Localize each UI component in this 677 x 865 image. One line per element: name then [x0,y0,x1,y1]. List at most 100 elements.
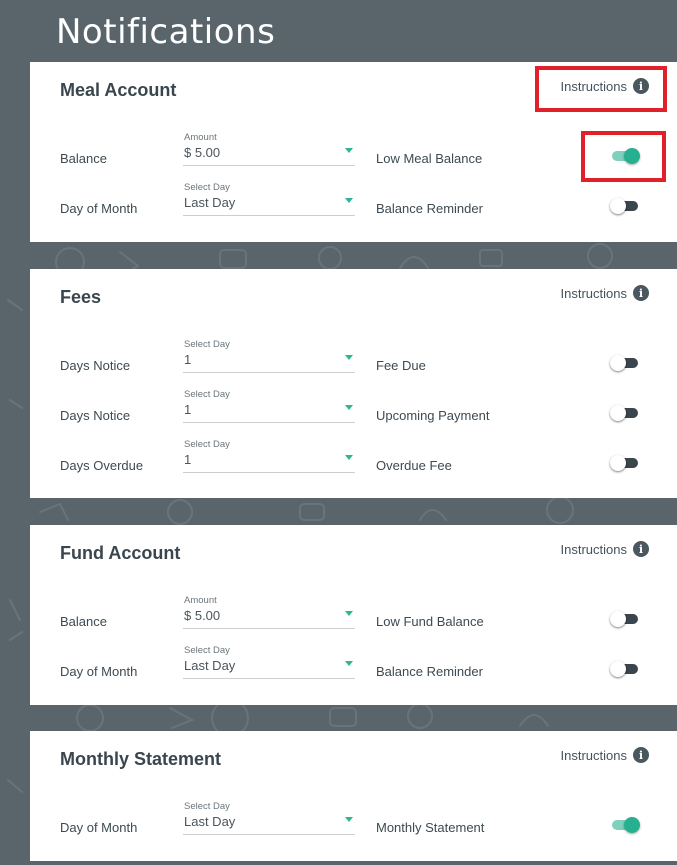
toggle-knob [610,198,626,214]
field-value: $ 5.00 [184,608,221,623]
row-label: Day of Month [60,201,138,216]
fund-account-title: Fund Account [60,543,181,563]
field-value: Last Day [184,658,236,673]
caret-down-icon [345,148,353,153]
toggle-knob [610,405,626,421]
row-label: Balance [60,151,107,166]
meal-day-select[interactable]: Select Day Last Day [183,182,355,222]
fund-day-select[interactable]: Select Day Last Day [183,645,355,685]
toggle-knob [624,817,640,833]
toggle-knob [610,661,626,677]
fund-balance-reminder-toggle[interactable] [610,661,640,677]
field-label: Select Day [184,439,230,450]
row-label: Balance [60,614,107,629]
meal-balance-reminder-toggle[interactable] [610,198,640,214]
fee-due-toggle[interactable] [610,355,640,371]
caret-down-icon [345,405,353,410]
instructions-label: Instructions [560,747,627,763]
fund-balance-row: Balance Amount $ 5.00 Low Fund Balance [30,587,677,637]
fees-notice-row: Days Notice Select Day 1 Fee Due [30,331,677,381]
field-value: Last Day [184,814,236,829]
fund-account-card: Fund Account Instructions i Balance Amou… [30,525,677,705]
toggle-label: Low Meal Balance [376,151,483,166]
info-icon: i [633,541,649,557]
field-label: Amount [184,595,217,606]
field-underline [183,215,355,216]
overdue-day-select[interactable]: Select Day 1 [183,439,355,479]
instructions-label: Instructions [560,78,627,94]
field-label: Amount [184,132,217,143]
toggle-label: Balance Reminder [376,201,483,216]
field-underline [183,678,355,679]
meal-balance-row: Balance Amount $ 5.00 Low Meal Balance [30,124,677,174]
field-underline [183,422,355,423]
field-label: Select Day [184,645,230,656]
meal-account-title: Meal Account [60,80,177,100]
toggle-label: Monthly Statement [376,820,485,835]
overdue-fee-toggle[interactable] [610,455,640,471]
row-label: Day of Month [60,820,138,835]
field-label: Select Day [184,389,230,400]
field-label: Select Day [184,339,230,350]
caret-down-icon [345,198,353,203]
info-icon: i [633,285,649,301]
toggle-knob [610,355,626,371]
monthly-statement-title: Monthly Statement [60,749,222,769]
field-label: Select Day [184,801,230,812]
upcoming-payment-day-select[interactable]: Select Day 1 [183,389,355,429]
fee-due-day-select[interactable]: Select Day 1 [183,339,355,379]
row-label: Days Notice [60,408,131,423]
toggle-knob [610,455,626,471]
field-label: Select Day [184,182,230,193]
instructions-label: Instructions [560,541,627,557]
toggle-label: Fee Due [376,358,426,373]
fund-amount-select[interactable]: Amount $ 5.00 [183,595,355,635]
row-label: Days Notice [60,358,131,373]
low-fund-balance-toggle[interactable] [610,611,640,627]
toggle-label: Upcoming Payment [376,408,490,423]
meal-account-card: Meal Account Instructions i Balance Amou… [30,62,677,242]
statement-instructions-link[interactable]: Instructions i [561,747,649,763]
toggle-knob [610,611,626,627]
meal-amount-select[interactable]: Amount $ 5.00 [183,132,355,172]
info-icon: i [633,78,649,94]
upcoming-payment-toggle[interactable] [610,405,640,421]
fund-instructions-link[interactable]: Instructions i [561,541,649,557]
fees-overdue-row: Days Overdue Select Day 1 Overdue Fee [30,431,677,481]
row-label: Day of Month [60,664,138,679]
monthly-statement-toggle[interactable] [610,817,640,833]
instructions-label: Instructions [560,285,627,301]
caret-down-icon [345,355,353,360]
row-label: Days Overdue [60,458,144,473]
field-underline [183,628,355,629]
page-title: Notifications [56,12,276,52]
field-value: $ 5.00 [184,145,221,160]
toggle-knob [624,148,640,164]
field-value: 1 [184,452,192,467]
statement-day-select[interactable]: Select Day Last Day [183,801,355,841]
caret-down-icon [345,817,353,822]
fund-day-row: Day of Month Select Day Last Day Balance… [30,637,677,687]
field-value: 1 [184,402,192,417]
toggle-label: Low Fund Balance [376,614,484,629]
fees-title: Fees [60,287,102,307]
fees-upcoming-row: Days Notice Select Day 1 Upcoming Paymen… [30,381,677,431]
meal-day-row: Day of Month Select Day Last Day Balance… [30,174,677,224]
meal-instructions-link[interactable]: Instructions i [561,78,649,94]
caret-down-icon [345,611,353,616]
caret-down-icon [345,661,353,666]
field-underline [183,472,355,473]
field-value: 1 [184,352,192,367]
field-value: Last Day [184,195,236,210]
monthly-statement-card: Monthly Statement Instructions i Day of … [30,731,677,861]
field-underline [183,834,355,835]
info-icon: i [633,747,649,763]
field-underline [183,372,355,373]
fees-card: Fees Instructions i Days Notice Select D… [30,269,677,498]
statement-day-row: Day of Month Select Day Last Day Monthly… [30,793,677,843]
toggle-label: Balance Reminder [376,664,483,679]
caret-down-icon [345,455,353,460]
toggle-label: Overdue Fee [376,458,452,473]
low-meal-balance-toggle[interactable] [610,148,640,164]
fees-instructions-link[interactable]: Instructions i [561,285,649,301]
